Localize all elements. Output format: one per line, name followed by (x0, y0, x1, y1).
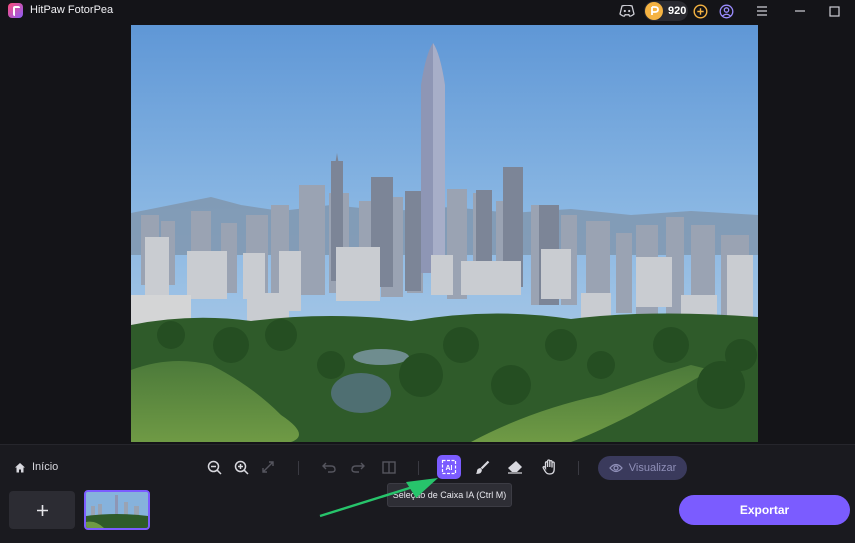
fit-screen-icon[interactable] (259, 458, 277, 476)
toolbar-divider (578, 461, 579, 475)
app-title: HitPaw FotorPea (30, 4, 114, 16)
home-label: Início (32, 461, 59, 473)
coin-balance[interactable]: 920 (644, 1, 688, 21)
discord-icon[interactable] (617, 2, 637, 20)
hamburger-menu-icon[interactable] (755, 2, 769, 20)
add-image-button[interactable] (9, 491, 75, 529)
visualize-label: Visualizar (628, 462, 677, 474)
toolbar-divider (298, 461, 299, 475)
ai-icon-text: AI (446, 465, 453, 472)
city-skyline-photo[interactable] (131, 25, 758, 442)
export-button[interactable]: Exportar (679, 495, 850, 525)
eye-icon (608, 463, 623, 473)
hand-icon[interactable] (540, 458, 558, 476)
plus-icon (36, 504, 48, 516)
image-thumbnail[interactable] (84, 490, 150, 530)
eraser-icon[interactable] (506, 458, 524, 476)
zoom-in-icon[interactable] (232, 458, 250, 476)
home-icon (15, 462, 25, 472)
coin-icon (645, 2, 663, 20)
minimize-icon[interactable] (793, 2, 807, 20)
title-bar: HitPaw FotorPea 920 (0, 0, 855, 22)
app-logo-icon (8, 3, 23, 18)
canvas-area[interactable] (0, 22, 855, 444)
brush-icon[interactable] (473, 458, 491, 476)
compare-icon[interactable] (380, 458, 398, 476)
account-icon[interactable] (717, 2, 735, 20)
skyline-illustration (131, 25, 758, 442)
toolbar-divider (418, 461, 419, 475)
redo-icon[interactable] (349, 458, 367, 476)
undo-icon[interactable] (320, 458, 338, 476)
maximize-icon[interactable] (827, 2, 841, 20)
home-button[interactable]: Início (14, 461, 58, 473)
zoom-out-icon[interactable] (205, 458, 223, 476)
coin-count: 920 (668, 5, 687, 17)
visualize-button[interactable]: Visualizar (598, 456, 687, 480)
annotation-arrow-icon (319, 478, 438, 518)
ai-box-select-icon[interactable]: AI (437, 455, 461, 479)
plus-circle-icon[interactable] (692, 2, 708, 20)
